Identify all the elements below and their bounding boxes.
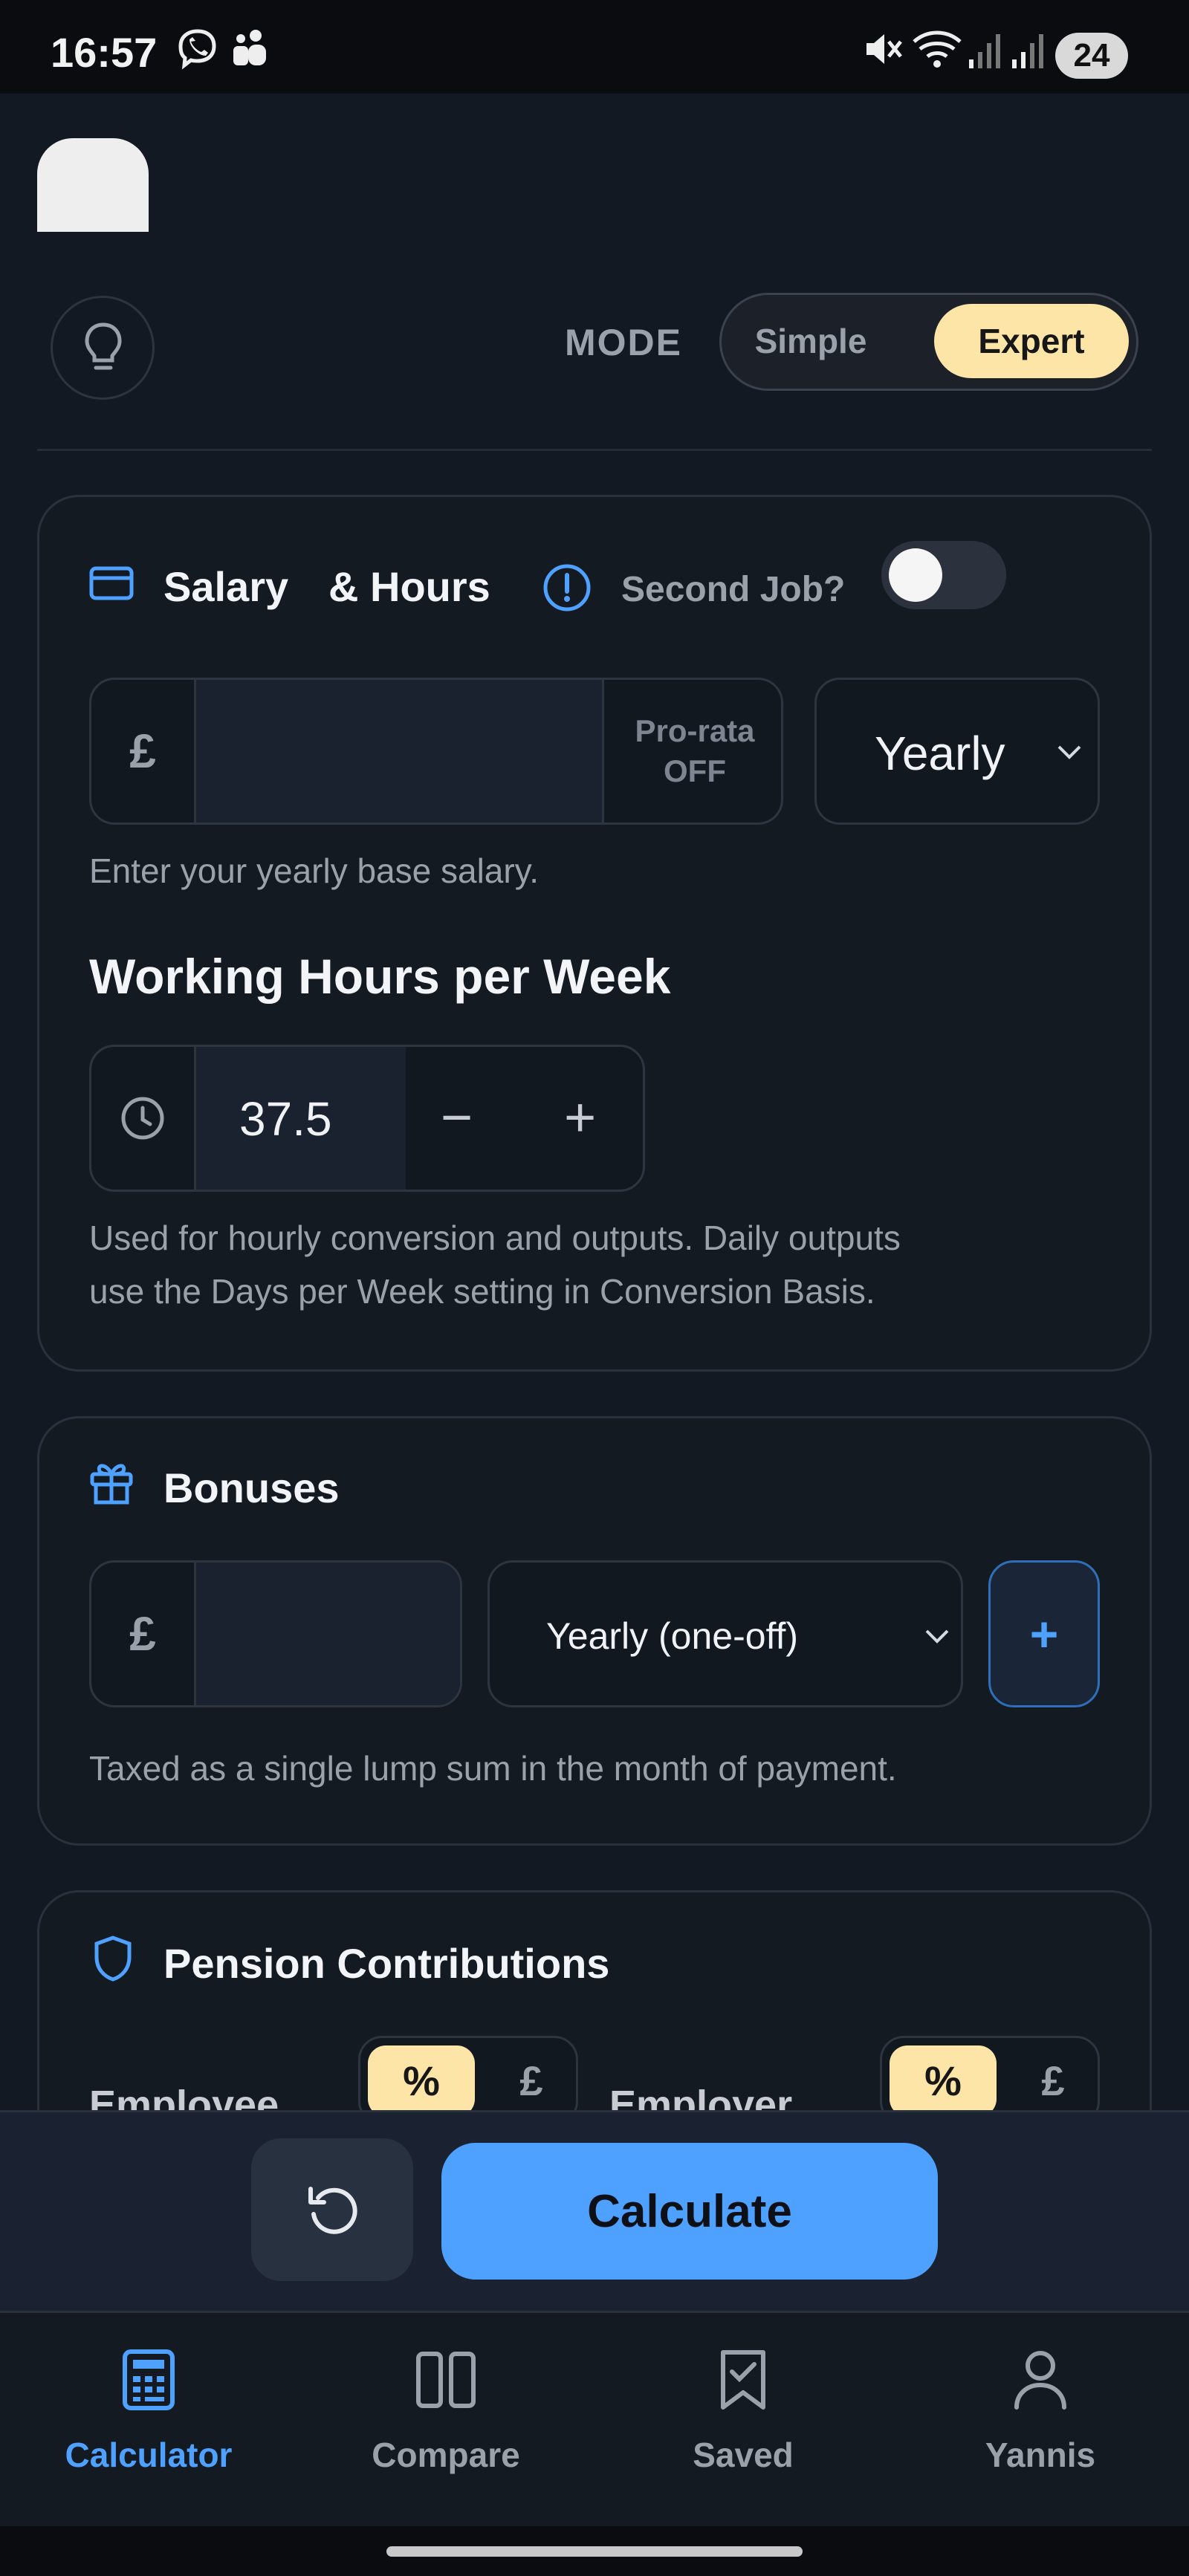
bonus-frequency-value: Yearly (one-off) xyxy=(546,1615,799,1657)
reset-icon xyxy=(308,2187,357,2234)
signal-icon-2 xyxy=(1012,34,1043,68)
nav-compare[interactable]: Compare xyxy=(320,2348,572,2475)
mute-icon xyxy=(866,34,902,64)
mode-expert-option[interactable]: Expert xyxy=(934,304,1129,378)
nav-calculator-label: Calculator xyxy=(65,2436,233,2474)
salary-input[interactable] xyxy=(196,680,602,823)
chevron-down-icon xyxy=(925,1629,949,1644)
reset-button[interactable] xyxy=(251,2138,413,2281)
clock-icon-box xyxy=(91,1047,196,1190)
salary-period-value: Yearly xyxy=(875,727,1005,780)
hours-helper-line-1: Used for hourly conversion and outputs. … xyxy=(89,1219,901,1257)
salary-helper: Enter your yearly base salary. xyxy=(89,851,540,890)
prorata-state: OFF xyxy=(664,753,726,788)
signal-icon xyxy=(969,34,1000,68)
hours-input[interactable]: 37.5 xyxy=(196,1047,406,1190)
bonus-amount-input[interactable] xyxy=(196,1563,460,1705)
viber-icon xyxy=(178,29,216,70)
second-job-toggle[interactable] xyxy=(881,541,1006,609)
employee-percent-option[interactable]: % xyxy=(368,2045,475,2117)
teams-icon xyxy=(233,30,266,65)
status-bar: 16:57 24 xyxy=(0,0,1189,94)
calculator-icon xyxy=(123,2349,175,2410)
nav-saved[interactable]: Saved xyxy=(617,2348,869,2475)
app-logo xyxy=(37,138,149,232)
bookmark-check-icon xyxy=(721,2350,765,2410)
shield-icon xyxy=(94,1936,132,1982)
nav-compare-label: Compare xyxy=(372,2436,520,2474)
wifi-icon xyxy=(913,30,962,68)
status-time: 16:57 xyxy=(51,29,158,76)
mode-simple-option[interactable]: Simple xyxy=(733,304,888,378)
home-indicator[interactable] xyxy=(386,2546,803,2557)
salary-input-group: £ Pro-rata OFF xyxy=(89,678,783,825)
chevron-down-icon xyxy=(1057,745,1081,759)
nav-calculator[interactable]: Calculator xyxy=(22,2348,275,2475)
clock-icon xyxy=(121,1097,164,1140)
info-icon[interactable] xyxy=(542,563,592,612)
mode-toggle[interactable]: Simple Expert xyxy=(719,293,1138,391)
prorata-label: Pro-rata xyxy=(635,713,755,748)
lightbulb-icon xyxy=(85,322,122,370)
nav-profile[interactable]: Yannis xyxy=(914,2348,1167,2475)
hours-title: & Hours xyxy=(328,563,490,610)
bonus-input-group: £ xyxy=(89,1560,462,1707)
battery-indicator: 24 xyxy=(1055,33,1128,79)
second-job-label: Second Job? xyxy=(621,570,846,609)
currency-symbol: £ xyxy=(91,680,196,823)
calculate-button[interactable]: Calculate xyxy=(441,2143,938,2280)
bonus-currency-symbol: £ xyxy=(91,1563,196,1705)
tips-button[interactable] xyxy=(51,296,155,400)
hours-stepper: 37.5 − + xyxy=(89,1045,645,1192)
nav-saved-label: Saved xyxy=(693,2436,794,2474)
gift-icon xyxy=(90,1464,133,1505)
salary-period-select[interactable]: Yearly xyxy=(814,678,1100,825)
hours-decrement-button[interactable]: − xyxy=(441,1086,473,1149)
hours-helper-line-2: use the Days per Week setting in Convers… xyxy=(89,1272,875,1311)
salary-title: Salary xyxy=(163,563,289,610)
toggle-knob xyxy=(889,548,942,602)
hours-heading: Working Hours per Week xyxy=(89,949,671,1004)
hours-value: 37.5 xyxy=(239,1092,332,1146)
bonuses-title: Bonuses xyxy=(163,1464,340,1511)
pension-title: Pension Contributions xyxy=(163,1940,610,1987)
employer-pound-option[interactable]: £ xyxy=(1008,2045,1098,2117)
mode-label: MODE xyxy=(565,322,682,363)
compare-icon xyxy=(416,2352,476,2408)
employer-percent-option[interactable]: % xyxy=(890,2045,997,2117)
employee-pound-option[interactable]: £ xyxy=(487,2045,576,2117)
credit-card-icon xyxy=(89,566,134,600)
prorata-toggle[interactable]: Pro-rata OFF xyxy=(604,711,781,791)
bonus-helper: Taxed as a single lump sum in the month … xyxy=(89,1749,897,1788)
nav-profile-label: Yannis xyxy=(985,2436,1096,2474)
hours-increment-button[interactable]: + xyxy=(564,1086,596,1149)
add-bonus-button[interactable]: + xyxy=(988,1560,1100,1707)
user-icon xyxy=(1014,2351,1066,2410)
header-divider xyxy=(37,449,1152,451)
bonus-frequency-select[interactable]: Yearly (one-off) xyxy=(487,1560,963,1707)
